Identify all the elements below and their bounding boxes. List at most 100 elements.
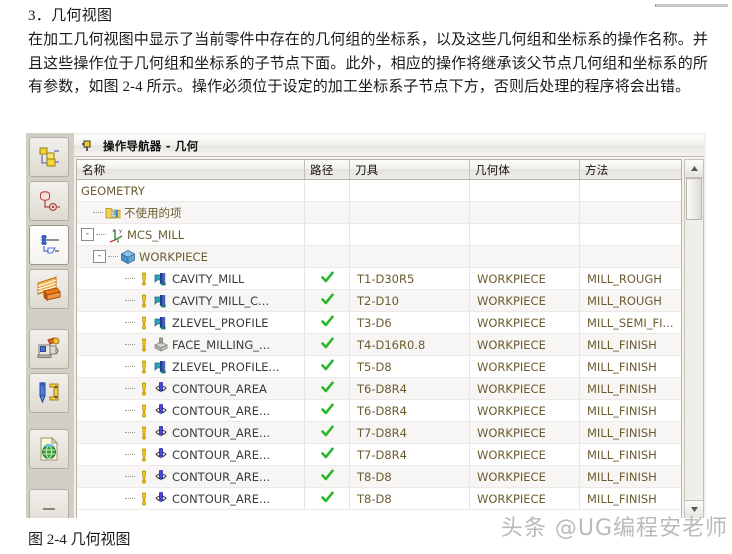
- svg-text:z: z: [113, 228, 116, 234]
- tree-expander-icon[interactable]: -: [81, 228, 94, 241]
- cell-geometry: WORKPIECE: [470, 378, 580, 399]
- toolbar-button-workpiece-view[interactable]: [29, 329, 69, 369]
- cell-name[interactable]: 不使用的项: [77, 202, 305, 223]
- cell-name[interactable]: CONTOUR_AREA: [77, 378, 305, 399]
- row-label: MCS_MILL: [127, 227, 185, 242]
- checkmark-icon: [320, 359, 334, 375]
- scroll-up-button[interactable]: [685, 160, 703, 178]
- tree-connector: [125, 409, 135, 412]
- table-row[interactable]: FACE_MILLING_... T4-D16R0.8 WORKPIECE MILL_…: [77, 334, 681, 356]
- table-row[interactable]: 不使用的项: [77, 202, 681, 224]
- scrollbar-thumb[interactable]: [686, 178, 702, 220]
- toolbar-button-program-order-view[interactable]: [29, 137, 69, 177]
- svg-text:y: y: [119, 228, 122, 234]
- row-label: CONTOUR_ARE...: [172, 403, 271, 418]
- cavity-mill-icon: [153, 293, 169, 309]
- geometry-view-icon: [36, 232, 62, 258]
- checkmark-icon: [320, 469, 334, 485]
- tree-connector: [125, 299, 135, 302]
- cell-tool: T8-D8: [350, 488, 470, 509]
- cell-name[interactable]: ZLEVEL_PROFILE...: [77, 356, 305, 377]
- navigator-title: 操作导航器 - 几何: [103, 138, 199, 153]
- operation-navigator-table: 名称 路径 刀具 几何体 方法 GEOMETRY 不使用的项 - z y x MCS_MIL…: [76, 159, 682, 518]
- table-row[interactable]: ZLEVEL_PROFILE... T5-D8 WORKPIECE MILL_FINI…: [77, 356, 681, 378]
- vertical-scrollbar[interactable]: [684, 159, 704, 518]
- column-header-method[interactable]: 方法: [580, 160, 681, 179]
- table-row[interactable]: - WORKPIECE: [77, 246, 681, 268]
- screenshot-figure: 操作导航器 - 几何 名称 路径 刀具 几何体 方法 GEOMETRY 不使用的项…: [26, 133, 706, 518]
- table-row[interactable]: CONTOUR_ARE... T7-D8R4 WORKPIECE MILL_FINIS…: [77, 444, 681, 466]
- cell-geometry: WORKPIECE: [470, 444, 580, 465]
- face-milling-icon: [153, 337, 169, 353]
- contour-area-icon: [153, 403, 169, 419]
- cell-name[interactable]: - z y x MCS_MILL: [77, 224, 305, 245]
- figure-caption: 图 2-4 几何视图: [28, 532, 131, 548]
- more-icon: [39, 504, 59, 514]
- column-header-tool[interactable]: 刀具: [350, 160, 470, 179]
- cell-name[interactable]: CAVITY_MILL: [77, 268, 305, 289]
- mcs-axis-icon: zyx: [108, 227, 124, 243]
- cell-method: MILL_FINISH: [587, 425, 657, 440]
- section-paragraph: 在加工几何视图中显示了当前零件中存在的几何组的坐标系，以及这些几何组和坐标系的操…: [28, 32, 708, 95]
- cell-name[interactable]: CONTOUR_ARE...: [77, 422, 305, 443]
- row-label: CONTOUR_ARE...: [172, 447, 271, 462]
- checkmark-icon: [320, 381, 334, 397]
- cell-name[interactable]: GEOMETRY: [77, 180, 305, 201]
- pin-icon[interactable]: [77, 139, 97, 152]
- cell-tool: T6-D8R4: [350, 378, 470, 399]
- column-header-name[interactable]: 名称: [77, 160, 305, 179]
- column-header-path[interactable]: 路径: [305, 160, 350, 179]
- toolbar-button-geometry-view[interactable]: [29, 225, 69, 265]
- cell-name[interactable]: CONTOUR_ARE...: [77, 400, 305, 421]
- table-row[interactable]: CONTOUR_ARE... T6-D8R4 WORKPIECE MILL_FINIS…: [77, 400, 681, 422]
- cell-name[interactable]: FACE_MILLING_...: [77, 334, 305, 355]
- section-heading: 3．几何视图: [28, 8, 113, 24]
- cell-geometry: [470, 202, 580, 223]
- cell-tool: T2-D10: [350, 290, 470, 311]
- cell-name[interactable]: CONTOUR_ARE...: [77, 444, 305, 465]
- tree-connector: [125, 387, 135, 390]
- tree-expander-icon[interactable]: -: [93, 250, 106, 263]
- table-row[interactable]: ZLEVEL_PROFILE T3-D6 WORKPIECE MILL_SEMI_FI…: [77, 312, 681, 334]
- table-row[interactable]: CONTOUR_ARE... T8-D8 WORKPIECE MILL_FINISH: [77, 488, 681, 510]
- toolbar-button-machine-tool-view[interactable]: [29, 181, 69, 221]
- cell-geometry: [470, 180, 580, 201]
- warning-icon: [137, 469, 151, 485]
- warning-icon: [137, 359, 151, 375]
- machine-tool-icon: [36, 188, 62, 214]
- cell-tool: [350, 246, 470, 267]
- row-label: CONTOUR_ARE...: [172, 469, 271, 484]
- warning-icon: [137, 293, 151, 309]
- column-header-geometry[interactable]: 几何体: [470, 160, 580, 179]
- cell-tool: T8-D8: [350, 466, 470, 487]
- cell-path: [305, 444, 350, 465]
- cell-method: MILL_FINISH: [587, 381, 657, 396]
- table-row[interactable]: CONTOUR_ARE... T7-D8R4 WORKPIECE MILL_FINIS…: [77, 422, 681, 444]
- tree-connector: [108, 255, 118, 258]
- table-row[interactable]: CONTOUR_ARE... T8-D8 WORKPIECE MILL_FINISH: [77, 466, 681, 488]
- table-row[interactable]: CONTOUR_AREA T6-D8R4 WORKPIECE MILL_FINISH: [77, 378, 681, 400]
- cell-name[interactable]: ZLEVEL_PROFILE: [77, 312, 305, 333]
- table-row[interactable]: GEOMETRY: [77, 180, 681, 202]
- table-row[interactable]: - z y x MCS_MILL: [77, 224, 681, 246]
- cell-tool: T1-D30R5: [350, 268, 470, 289]
- toolbar-button-tool-view[interactable]: [29, 373, 69, 413]
- tree-connector: [125, 321, 135, 324]
- tree-connector: [125, 475, 135, 478]
- toolbar-button-output-view[interactable]: [29, 429, 69, 469]
- row-label: ZLEVEL_PROFILE: [172, 315, 269, 330]
- cell-name[interactable]: CONTOUR_ARE...: [77, 466, 305, 487]
- checkmark-icon: [320, 403, 334, 419]
- table-row[interactable]: CAVITY_MILL T1-D30R5 WORKPIECE MILL_ROUGH: [77, 268, 681, 290]
- warning-icon: [137, 337, 151, 353]
- tree-connector: [125, 431, 135, 434]
- scroll-down-button[interactable]: [685, 500, 703, 518]
- toolbar-button-machining-method-view[interactable]: [29, 269, 69, 309]
- cell-name[interactable]: - WORKPIECE: [77, 246, 305, 267]
- cell-name[interactable]: CAVITY_MILL_C...: [77, 290, 305, 311]
- table-row[interactable]: CAVITY_MILL_C... T2-D10 WORKPIECE MILL_ROUG…: [77, 290, 681, 312]
- cell-name[interactable]: CONTOUR_ARE...: [77, 488, 305, 509]
- cell-tool: T6-D8R4: [350, 400, 470, 421]
- cell-geometry: WORKPIECE: [470, 268, 580, 289]
- toolbar-button-extra[interactable]: [29, 489, 69, 518]
